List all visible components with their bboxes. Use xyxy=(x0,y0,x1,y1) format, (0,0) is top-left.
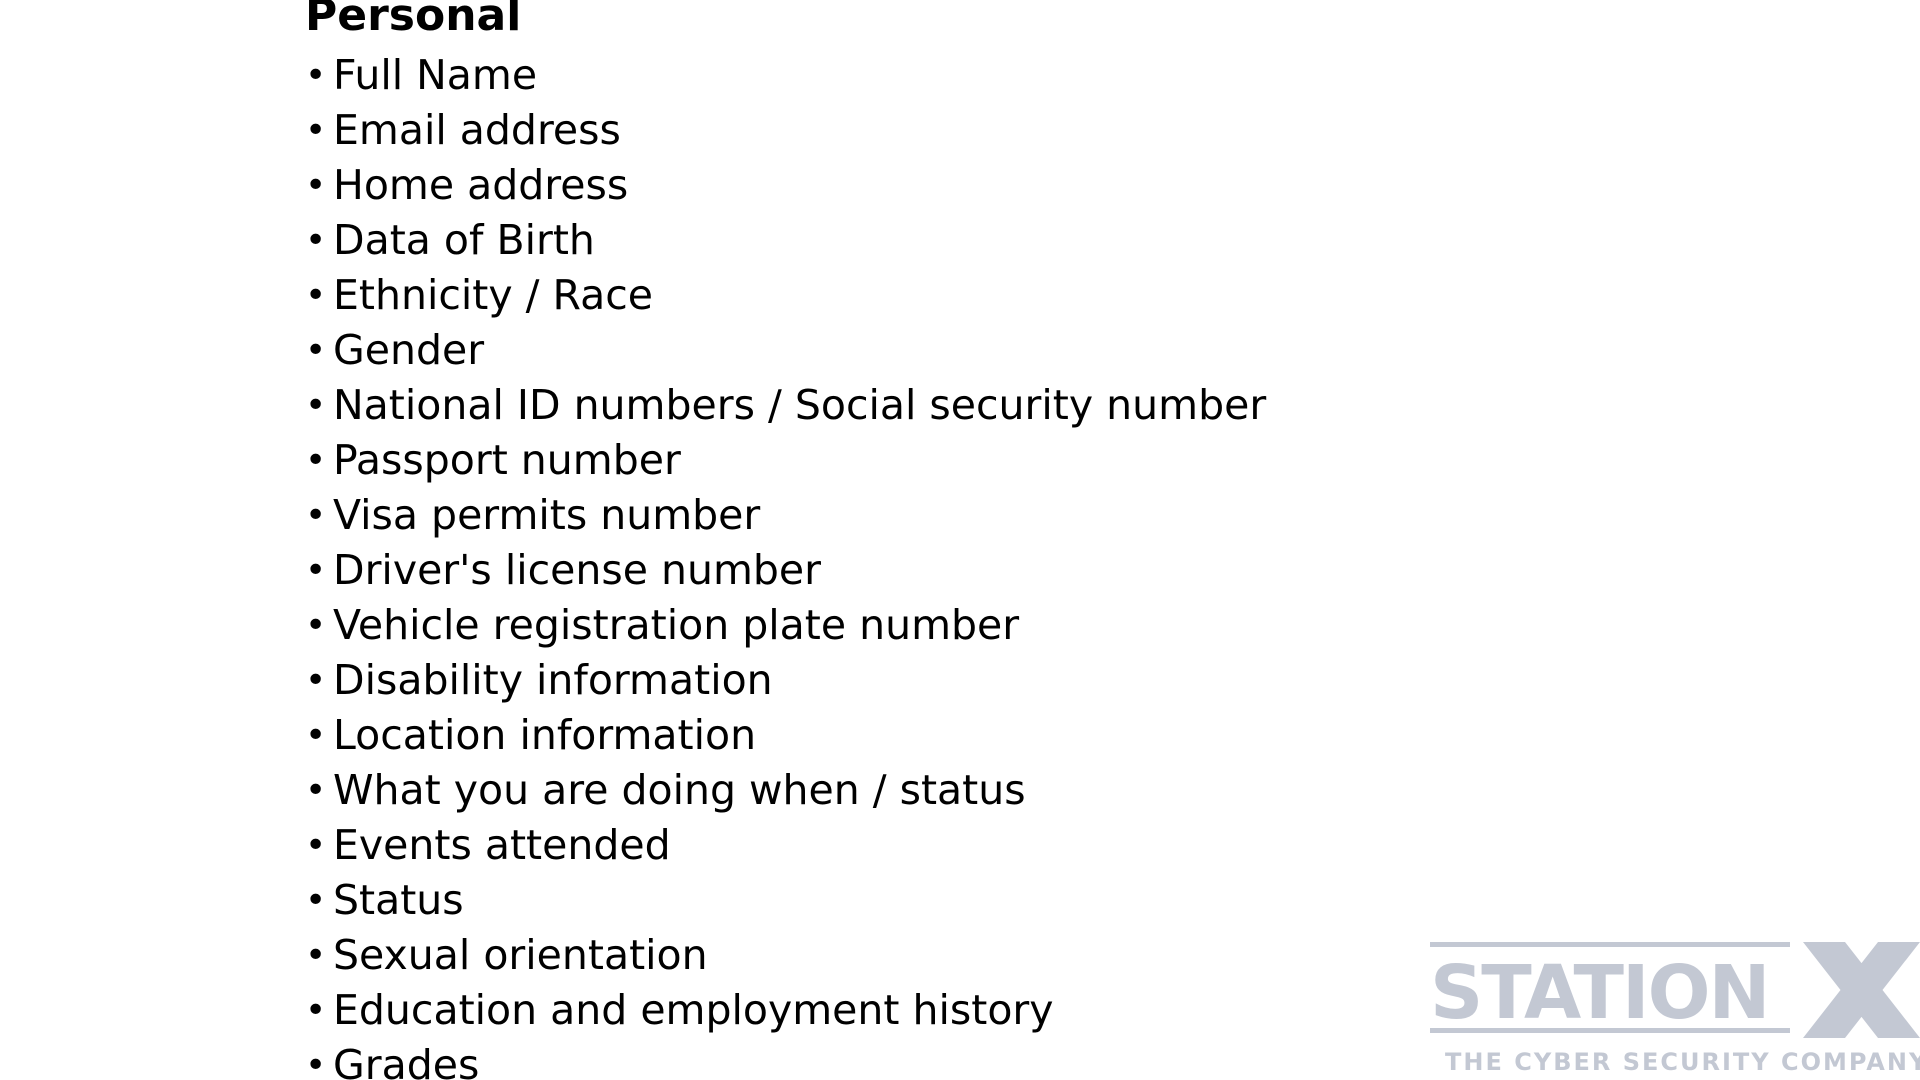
bullet-icon: • xyxy=(305,55,327,96)
list-item-label: Home address xyxy=(333,161,629,209)
slide: Personal • Full Name • Email address • Home… xyxy=(0,0,1920,1080)
list-item-label: Disability information xyxy=(333,656,773,704)
list-item: • Ethnicity / Race xyxy=(305,268,1266,323)
stationx-logo: STATION THE CYBER SECURITY COMPANY xyxy=(1430,942,1920,1076)
list-item: • Full Name xyxy=(305,48,1266,103)
list-item: • Sexual orientation xyxy=(305,928,1266,983)
list-item: • Grades xyxy=(305,1038,1266,1080)
bullet-icon: • xyxy=(305,110,327,151)
list-item: • Status xyxy=(305,873,1266,928)
list-item-label: Passport number xyxy=(333,436,681,484)
bullet-icon: • xyxy=(305,440,327,481)
list-item: • Gender xyxy=(305,323,1266,378)
list-item: • Visa permits number xyxy=(305,488,1266,543)
bullet-icon: • xyxy=(305,385,327,426)
logo-tagline: THE CYBER SECURITY COMPANY xyxy=(1445,1048,1920,1076)
list-item-label: Visa permits number xyxy=(333,491,761,539)
bullet-icon: • xyxy=(305,935,327,976)
list-item: • What you are doing when / status xyxy=(305,763,1266,818)
list-item-label: Full Name xyxy=(333,51,538,99)
bullet-icon: • xyxy=(305,220,327,261)
list-item: • Email address xyxy=(305,103,1266,158)
list-item-label: Location information xyxy=(333,711,757,759)
list-item-label: Driver's license number xyxy=(333,546,821,594)
list-item: • Passport number xyxy=(305,433,1266,488)
bullet-list: • Full Name • Email address • Home address … xyxy=(305,48,1266,1080)
list-item: • National ID numbers / Social security n… xyxy=(305,378,1266,433)
list-item: • Events attended xyxy=(305,818,1266,873)
list-item-label: Vehicle registration plate number xyxy=(333,601,1020,649)
section-heading: Personal xyxy=(305,0,522,41)
list-item-label: Education and employment history xyxy=(333,986,1054,1034)
logo-top-rule xyxy=(1430,942,1790,947)
list-item: • Disability information xyxy=(305,653,1266,708)
list-item-label: National ID numbers / Social security nu… xyxy=(333,381,1267,429)
bullet-icon: • xyxy=(305,495,327,536)
list-item: • Location information xyxy=(305,708,1266,763)
bullet-icon: • xyxy=(305,880,327,921)
bullet-icon: • xyxy=(305,275,327,316)
bullet-icon: • xyxy=(305,660,327,701)
list-item-label: What you are doing when / status xyxy=(333,766,1026,814)
list-item: • Vehicle registration plate number xyxy=(305,598,1266,653)
bullet-icon: • xyxy=(305,165,327,206)
bullet-icon: • xyxy=(305,605,327,646)
list-item-label: Gender xyxy=(333,326,485,374)
bullet-icon: • xyxy=(305,825,327,866)
list-item: • Education and employment history xyxy=(305,983,1266,1038)
list-item: • Home address xyxy=(305,158,1266,213)
bullet-icon: • xyxy=(305,330,327,371)
bullet-icon: • xyxy=(305,550,327,591)
list-item-label: Data of Birth xyxy=(333,216,595,264)
bullet-icon: • xyxy=(305,1045,327,1080)
logo-bottom-rule xyxy=(1430,1028,1790,1033)
bullet-icon: • xyxy=(305,770,327,811)
list-item-label: Events attended xyxy=(333,821,671,869)
logo-x-mark xyxy=(1803,942,1920,1038)
bullet-icon: • xyxy=(305,990,327,1031)
list-item-label: Status xyxy=(333,876,464,924)
list-item-label: Sexual orientation xyxy=(333,931,708,979)
list-item: • Driver's license number xyxy=(305,543,1266,598)
list-item: • Data of Birth xyxy=(305,213,1266,268)
list-item-label: Grades xyxy=(333,1041,480,1080)
list-item-label: Email address xyxy=(333,106,621,154)
list-item-label: Ethnicity / Race xyxy=(333,271,653,319)
bullet-icon: • xyxy=(305,715,327,756)
logo-wordmark: STATION xyxy=(1430,950,1768,1036)
